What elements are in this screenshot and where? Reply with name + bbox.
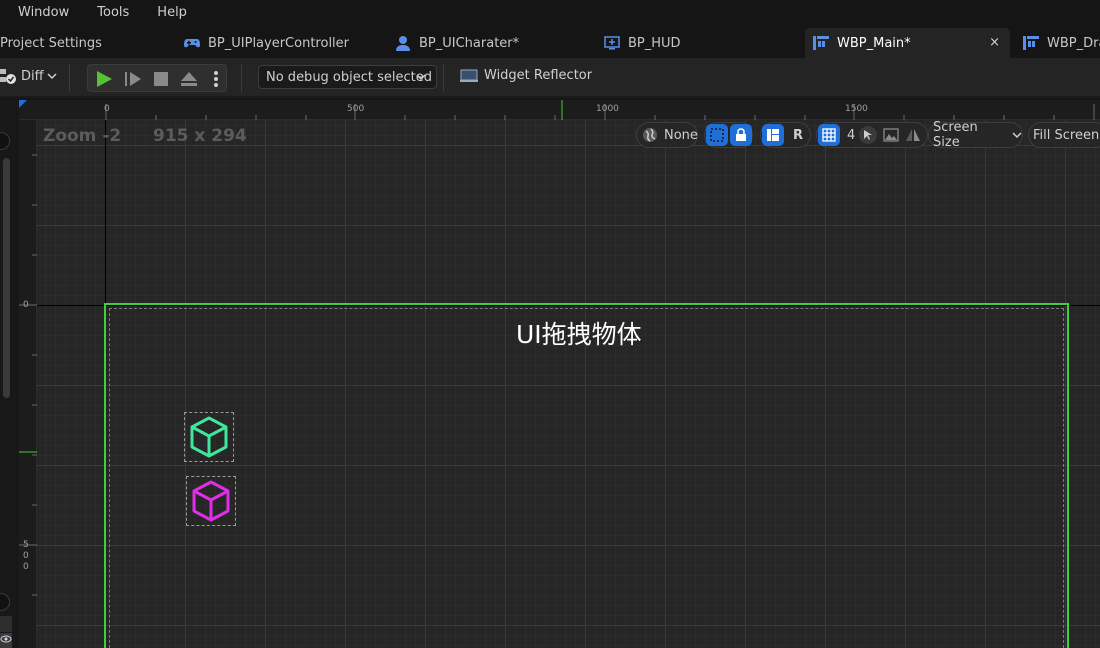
tab-bp-uiplayercontroller[interactable]: BP_UIPlayerController <box>184 28 349 58</box>
close-icon[interactable]: × <box>989 35 1000 50</box>
debug-select-value: No debug object selected <box>266 69 433 85</box>
chevron-down-icon <box>416 70 426 85</box>
fill-screen-value: Fill Screen <box>1033 127 1100 143</box>
toolbar-divider <box>69 64 70 92</box>
respect-locks-group: R <box>760 122 811 148</box>
tab-label: BP_HUD <box>628 35 681 51</box>
hud-icon <box>604 35 620 51</box>
ruler-vertical: 0 5 0 0 <box>19 120 37 648</box>
menu-window[interactable]: Window <box>0 5 69 20</box>
tab-wbp-main[interactable]: WBP_Main* × <box>805 28 1010 58</box>
diff-button[interactable]: Diff <box>0 67 57 85</box>
cube-image-green[interactable] <box>184 412 234 462</box>
localization-value: None <box>664 127 698 143</box>
stop-icon[interactable] <box>151 69 171 89</box>
lock-icon[interactable] <box>730 124 752 146</box>
ruler-tick-label: 1500 <box>845 104 868 114</box>
r-toggle[interactable]: R <box>793 128 803 143</box>
left-handle-top[interactable] <box>0 132 10 150</box>
ruler-tick-label: 1000 <box>596 104 619 114</box>
mirror-icon[interactable] <box>905 128 921 142</box>
menu-bar: Window Tools Help <box>0 0 1100 24</box>
ruler-tick-label: 500 <box>347 104 365 114</box>
tab-label: BP_UICharater* <box>419 35 520 51</box>
cube-icon <box>191 479 231 523</box>
tab-bar: Project Settings BP_UIPlayerController B… <box>0 26 1100 58</box>
grid-snap-group: 4 <box>816 122 928 148</box>
tab-bp-uicharater[interactable]: BP_UICharater* <box>395 28 519 58</box>
widget-reflector-label: Widget Reflector <box>484 68 593 83</box>
toolbar-divider <box>443 64 444 92</box>
monitor-icon <box>460 69 478 83</box>
widget-bounds[interactable]: UI拖拽物体 <box>104 303 1069 648</box>
globe-icon <box>642 127 658 143</box>
gamepad-icon <box>184 35 200 51</box>
fill-screen-dropdown[interactable]: Fill Screen <box>1028 122 1100 148</box>
screen-size-value: Screen Size <box>933 120 978 150</box>
tab-label: BP_UIPlayerController <box>208 35 350 51</box>
diff-label: Diff <box>21 68 44 84</box>
eject-icon[interactable] <box>179 69 199 89</box>
left-handle-bottom[interactable] <box>0 593 10 611</box>
screen-size-dropdown[interactable]: Screen Size <box>928 120 1023 150</box>
marquee-select-icon[interactable] <box>706 124 728 146</box>
ruler-tick-label: 0 <box>23 562 29 572</box>
menu-help[interactable]: Help <box>129 5 187 20</box>
zoom-level: Zoom -2 <box>43 126 122 146</box>
debug-object-select[interactable]: No debug object selected <box>258 65 437 89</box>
diff-icon <box>0 67 18 85</box>
play-icon[interactable] <box>94 69 114 89</box>
chevron-down-icon <box>1012 131 1022 139</box>
canvas-dimensions: 915 x 294 <box>153 126 247 146</box>
ruler-horizontal: 0 500 1000 1500 <box>19 100 1100 120</box>
chevron-down-icon <box>47 72 57 80</box>
more-options-icon[interactable] <box>206 69 226 89</box>
widget-title-text[interactable]: UI拖拽物体 <box>516 315 642 351</box>
image-preview-icon[interactable] <box>883 128 899 142</box>
character-icon <box>395 35 411 51</box>
advance-frame-icon[interactable] <box>123 69 143 89</box>
ruler-tick-label: 0 <box>23 300 29 310</box>
left-side-strip <box>0 100 19 648</box>
vertical-scrollbar[interactable] <box>3 158 10 398</box>
ruler-tick-label: 5 <box>23 540 29 550</box>
layout-icon[interactable] <box>762 124 784 146</box>
play-controls <box>87 64 227 92</box>
ruler-tick-label: 0 <box>104 104 110 114</box>
tab-bp-hud[interactable]: BP_HUD <box>604 28 681 58</box>
tab-wbp-dra[interactable]: WBP_Dra <box>1023 28 1100 58</box>
cube-image-magenta[interactable] <box>186 476 236 526</box>
grid-icon[interactable] <box>818 124 840 146</box>
ruler-tick-label: 0 <box>23 551 29 561</box>
tab-label: Project Settings <box>0 35 102 51</box>
localization-preview-button[interactable]: None <box>636 122 698 148</box>
tab-project-settings[interactable]: Project Settings <box>0 28 102 58</box>
designer-canvas[interactable]: Zoom -2 915 x 294 UI拖拽物体 None R 4 Screen… <box>37 120 1100 648</box>
tab-label: WBP_Dra <box>1047 35 1100 51</box>
tab-label: WBP_Main* <box>837 35 911 51</box>
eye-icon[interactable] <box>0 633 12 648</box>
widget-blueprint-icon <box>1023 35 1039 51</box>
grid-snap-value[interactable]: 4 <box>847 128 855 143</box>
left-strip-panel <box>0 616 12 632</box>
widget-blueprint-icon <box>813 35 829 51</box>
cube-icon <box>189 415 229 459</box>
widget-inner-bounds <box>109 308 1064 648</box>
toolbar-divider <box>241 64 242 92</box>
cursor-icon[interactable] <box>859 126 878 144</box>
widget-reflector-button[interactable]: Widget Reflector <box>460 68 592 83</box>
toolbar: Diff No debug object selected Widget Ref… <box>0 58 1100 98</box>
menu-tools[interactable]: Tools <box>69 5 129 20</box>
selection-lock-group <box>704 122 753 148</box>
